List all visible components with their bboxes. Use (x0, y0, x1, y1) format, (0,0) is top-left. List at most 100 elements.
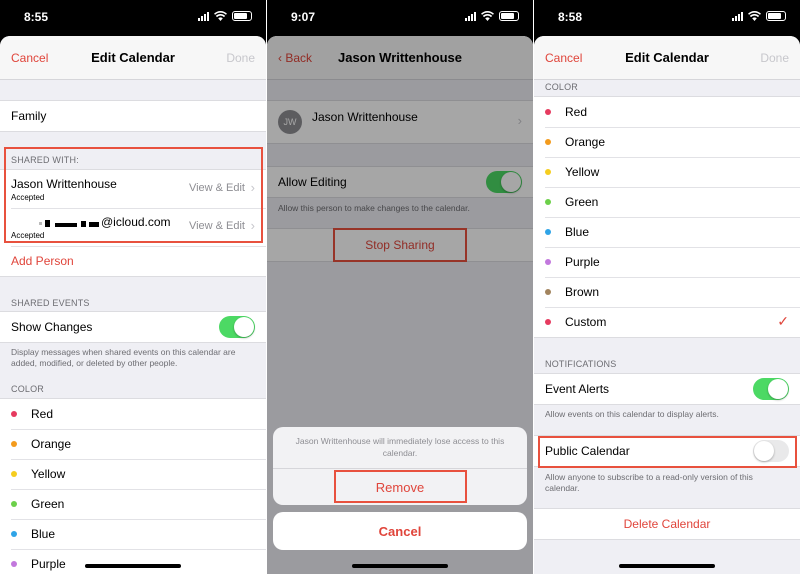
wifi-icon (748, 11, 761, 21)
phone-edit-calendar-shared: 8:55 Cancel Edit Calendar Done Family SH… (0, 0, 266, 574)
yellow-dot-icon (545, 169, 551, 175)
status-time: 9:07 (291, 10, 316, 24)
green-dot-icon (11, 501, 17, 507)
color-row-yellow[interactable]: Yellow (534, 157, 800, 187)
color-label: Green (31, 497, 65, 511)
color-header: COLOR (11, 384, 45, 394)
action-sheet-message: Jason Writtenhouse will immediately lose… (273, 427, 527, 469)
color-label: Custom (565, 315, 607, 329)
color-label: Brown (565, 285, 600, 299)
color-label: Orange (31, 437, 72, 451)
color-label: Orange (565, 135, 606, 149)
calendar-name-field[interactable]: Family (0, 101, 266, 131)
home-indicator (85, 564, 181, 568)
phone-edit-calendar-public: 8:58 Cancel Edit Calendar Done COLOR Red… (534, 0, 800, 574)
wifi-icon (214, 11, 227, 21)
shared-events-group: Show Changes (0, 311, 266, 343)
add-person-button[interactable]: Add Person (0, 246, 266, 276)
status-bar: 8:55 (0, 0, 266, 36)
signal-icon (465, 11, 476, 21)
color-row-green[interactable]: Green (534, 187, 800, 217)
screenshot-collage: 8:55 Cancel Edit Calendar Done Family SH… (0, 0, 800, 574)
highlight-box (538, 436, 797, 468)
cancel-button[interactable]: Cancel (273, 512, 527, 550)
color-label: Red (565, 105, 588, 119)
color-list: Red Orange Yellow Green Blue Purple Brow… (534, 96, 800, 338)
delete-calendar-button[interactable]: Delete Calendar (534, 509, 800, 539)
color-label: Red (31, 407, 54, 421)
purple-dot-icon (545, 259, 551, 265)
event-alerts-row: Event Alerts (534, 374, 800, 404)
wifi-icon (481, 11, 494, 21)
red-dot-icon (545, 109, 551, 115)
calendar-name-group: Family (0, 100, 266, 132)
public-calendar-footer: Allow anyone to subscribe to a read-only… (545, 472, 753, 493)
color-row-orange[interactable]: Orange (534, 127, 800, 157)
status-time: 8:55 (24, 10, 49, 24)
edit-calendar-sheet: Cancel Edit Calendar Done Family SHARED … (0, 36, 266, 574)
signal-icon (198, 11, 209, 21)
event-alerts-label: Event Alerts (545, 382, 610, 396)
custom-dot-icon (545, 319, 551, 325)
color-label: Yellow (565, 165, 600, 179)
person-detail-sheet: ‹ Back Jason Writtenhouse JW Jason Writt… (267, 36, 533, 574)
color-row-yellow[interactable]: Yellow (0, 459, 266, 489)
color-label: Purple (31, 557, 66, 571)
color-row-blue[interactable]: Blue (0, 519, 266, 549)
color-label: Blue (31, 527, 56, 541)
home-indicator (619, 564, 715, 568)
delete-group: Delete Calendar (534, 508, 800, 540)
color-row-purple[interactable]: Purple (0, 549, 266, 574)
blue-dot-icon (545, 229, 551, 235)
color-row-purple[interactable]: Purple (534, 247, 800, 277)
status-time: 8:58 (558, 10, 583, 24)
done-button[interactable]: Done (760, 51, 789, 65)
yellow-dot-icon (11, 471, 17, 477)
color-row-red[interactable]: Red (0, 399, 266, 429)
checkmark-icon: ✓ (777, 313, 789, 329)
event-alerts-footer: Allow events on this calendar to display… (545, 409, 719, 419)
red-dot-icon (11, 411, 17, 417)
phone-person-detail: 9:07 ‹ Back Jason Writtenhouse JW Jason … (267, 0, 533, 574)
blue-dot-icon (11, 531, 17, 537)
add-person-label: Add Person (11, 254, 74, 268)
color-label: Blue (565, 225, 590, 239)
color-list: Red Orange Yellow Green Blue Purple (0, 398, 266, 574)
color-row-orange[interactable]: Orange (0, 429, 266, 459)
delete-calendar-label: Delete Calendar (623, 517, 711, 531)
green-dot-icon (545, 199, 551, 205)
color-row-brown[interactable]: Brown (534, 277, 800, 307)
status-bar: 8:58 (534, 0, 800, 36)
edit-calendar-sheet: Cancel Edit Calendar Done COLOR Red Oran… (534, 36, 800, 574)
shared-events-footer: Display messages when shared events on t… (11, 347, 236, 368)
color-label: Green (565, 195, 599, 209)
highlight-box (4, 147, 263, 243)
battery-icon (766, 11, 786, 21)
done-button[interactable]: Done (226, 51, 255, 65)
battery-icon (232, 11, 252, 21)
color-header: COLOR (545, 82, 579, 92)
orange-dot-icon (545, 139, 551, 145)
home-indicator (352, 564, 448, 568)
notifications-header: NOTIFICATIONS (545, 359, 617, 369)
signal-icon (732, 11, 743, 21)
event-alerts-toggle[interactable] (753, 378, 789, 400)
color-label: Purple (565, 255, 600, 269)
cancel-label: Cancel (378, 523, 422, 539)
color-row-red[interactable]: Red (534, 97, 800, 127)
calendar-name-value: Family (11, 109, 47, 123)
color-label: Yellow (31, 467, 66, 481)
battery-icon (499, 11, 519, 21)
color-row-green[interactable]: Green (0, 489, 266, 519)
show-changes-label: Show Changes (11, 320, 93, 334)
highlight-box (334, 470, 467, 503)
color-row-blue[interactable]: Blue (534, 217, 800, 247)
color-row-custom[interactable]: Custom ✓ (534, 307, 800, 337)
status-bar: 9:07 (267, 0, 533, 36)
show-changes-row: Show Changes (0, 312, 266, 342)
show-changes-toggle[interactable] (219, 316, 255, 338)
nav-bar: Cancel Edit Calendar Done (534, 36, 800, 80)
nav-bar: Cancel Edit Calendar Done (0, 36, 266, 80)
notifications-group: Event Alerts (534, 373, 800, 405)
orange-dot-icon (11, 441, 17, 447)
